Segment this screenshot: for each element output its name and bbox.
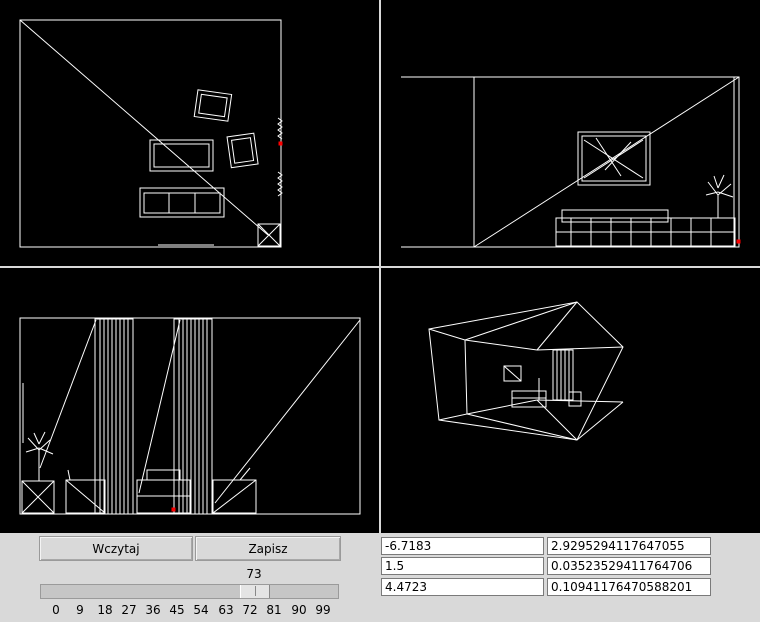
side-view-viewport[interactable] [0, 268, 379, 533]
front-view-viewport[interactable] [381, 0, 760, 266]
slider-tick-labels: 0 9 18 27 36 45 54 63 72 81 90 99 [0, 603, 380, 619]
field-z[interactable]: 4.4723 [381, 578, 544, 596]
slider-tick-label: 0 [52, 603, 60, 617]
field-rotation-2[interactable]: 0.03523529411764706 [547, 557, 711, 575]
curtain-right-side [173, 318, 213, 515]
slider-tick-label: 18 [97, 603, 113, 617]
armchair-top-2 [226, 132, 259, 169]
save-button[interactable]: Zapisz [195, 536, 341, 561]
slider-thumb[interactable] [240, 585, 270, 598]
curtain-left-side [94, 318, 134, 515]
slider-tick-label: 90 [291, 603, 307, 617]
plant-top [257, 223, 281, 247]
slider-tick-label: 27 [121, 603, 137, 617]
room-contents-persp [503, 349, 582, 408]
furniture-side [21, 467, 257, 514]
table-top [149, 139, 214, 172]
top-view-viewport[interactable] [0, 0, 379, 266]
armchair-top [193, 89, 233, 122]
slider-track[interactable] [40, 584, 339, 599]
slider-tick-label: 81 [266, 603, 282, 617]
front-view-wireframe [401, 76, 741, 248]
slider-tick-label: 63 [218, 603, 234, 617]
slider-tick-label: 9 [76, 603, 84, 617]
slider-tick-label: 72 [242, 603, 258, 617]
top-view-wireframe [19, 19, 283, 248]
slider-tick-label: 99 [315, 603, 331, 617]
plant-side [25, 431, 54, 481]
perspective-view-wireframe [428, 301, 624, 441]
perspective-view-viewport[interactable] [381, 268, 760, 533]
field-rotation-1[interactable]: 2.9295294117647055 [547, 537, 711, 555]
plant-front [705, 174, 734, 218]
field-x[interactable]: -6.7183 [381, 537, 544, 555]
picture-frame-front [577, 131, 651, 186]
slider-tick-label: 36 [145, 603, 161, 617]
slider-tick-label: 45 [169, 603, 185, 617]
slider-value-label: 73 [246, 567, 262, 581]
furniture-front [555, 209, 736, 247]
field-rotation-3[interactable]: 0.10941176470588201 [547, 578, 711, 596]
sofa-top [139, 187, 225, 218]
load-button[interactable]: Wczytaj [39, 536, 193, 561]
slider-tick-label: 54 [193, 603, 209, 617]
side-view-wireframe [19, 317, 361, 515]
viewport-divider-horizontal [0, 266, 760, 268]
field-y[interactable]: 1.5 [381, 557, 544, 575]
